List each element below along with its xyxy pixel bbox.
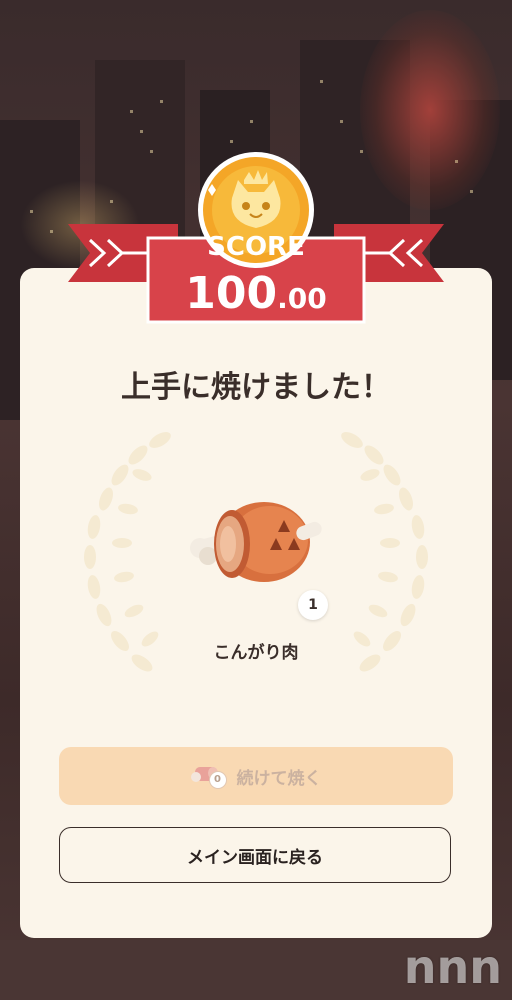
result-title: 上手に焼けました！: [121, 370, 391, 405]
item-name: こんがり肉: [213, 643, 299, 663]
ticket-count-badge: 0: [208, 771, 227, 789]
continue-grilling-label: 続けて焼く: [236, 768, 322, 789]
score-integer: 100: [185, 268, 278, 319]
well-done-meat-icon: [190, 502, 322, 582]
watermark-logo: nnn: [403, 940, 502, 994]
item-quantity-badge: 1: [298, 590, 328, 620]
back-to-main-button[interactable]: メイン画面に戻る: [59, 827, 451, 883]
score-label: SCORE: [207, 232, 305, 262]
score-value: 100.00: [0, 268, 512, 319]
score-decimal: .00: [277, 282, 327, 315]
continue-grilling-button[interactable]: 0 続けて焼く: [59, 747, 453, 805]
meat-ticket-icon: 0: [190, 761, 231, 791]
